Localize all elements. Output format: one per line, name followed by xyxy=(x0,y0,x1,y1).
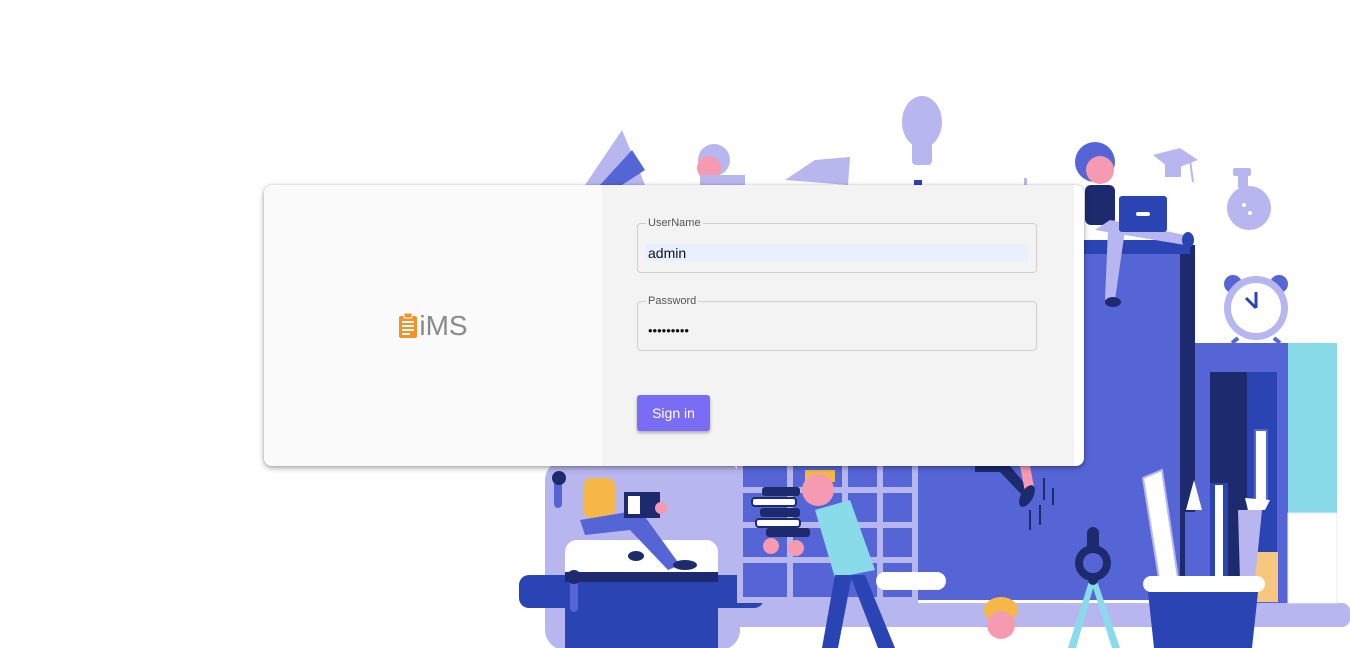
graduation-cap-right-icon xyxy=(1153,148,1198,183)
person-head-top xyxy=(697,144,745,187)
graduation-cap-icon xyxy=(785,157,850,185)
username-label: UserName xyxy=(646,216,703,230)
flask-icon xyxy=(1227,168,1271,230)
password-field: Password xyxy=(637,294,1037,351)
login-card: iMS UserName Password Sign in xyxy=(264,185,1084,466)
logo-text: iMS xyxy=(419,309,468,341)
password-input[interactable] xyxy=(646,322,1028,339)
sign-in-button[interactable]: Sign in xyxy=(637,395,710,431)
clipboard-icon xyxy=(399,312,418,338)
app-logo: iMS xyxy=(398,309,468,341)
lightbulb-icon xyxy=(902,96,1027,186)
username-input[interactable] xyxy=(646,244,1028,261)
brand-pane: iMS xyxy=(264,185,602,466)
username-field: UserName xyxy=(637,216,1037,273)
password-label: Password xyxy=(646,294,699,308)
person-head-bottom xyxy=(984,597,1018,639)
login-form: UserName Password Sign in xyxy=(602,185,1074,466)
paper-plane-icon xyxy=(585,130,645,185)
white-pill xyxy=(876,572,946,590)
clock-icon xyxy=(1224,275,1288,345)
